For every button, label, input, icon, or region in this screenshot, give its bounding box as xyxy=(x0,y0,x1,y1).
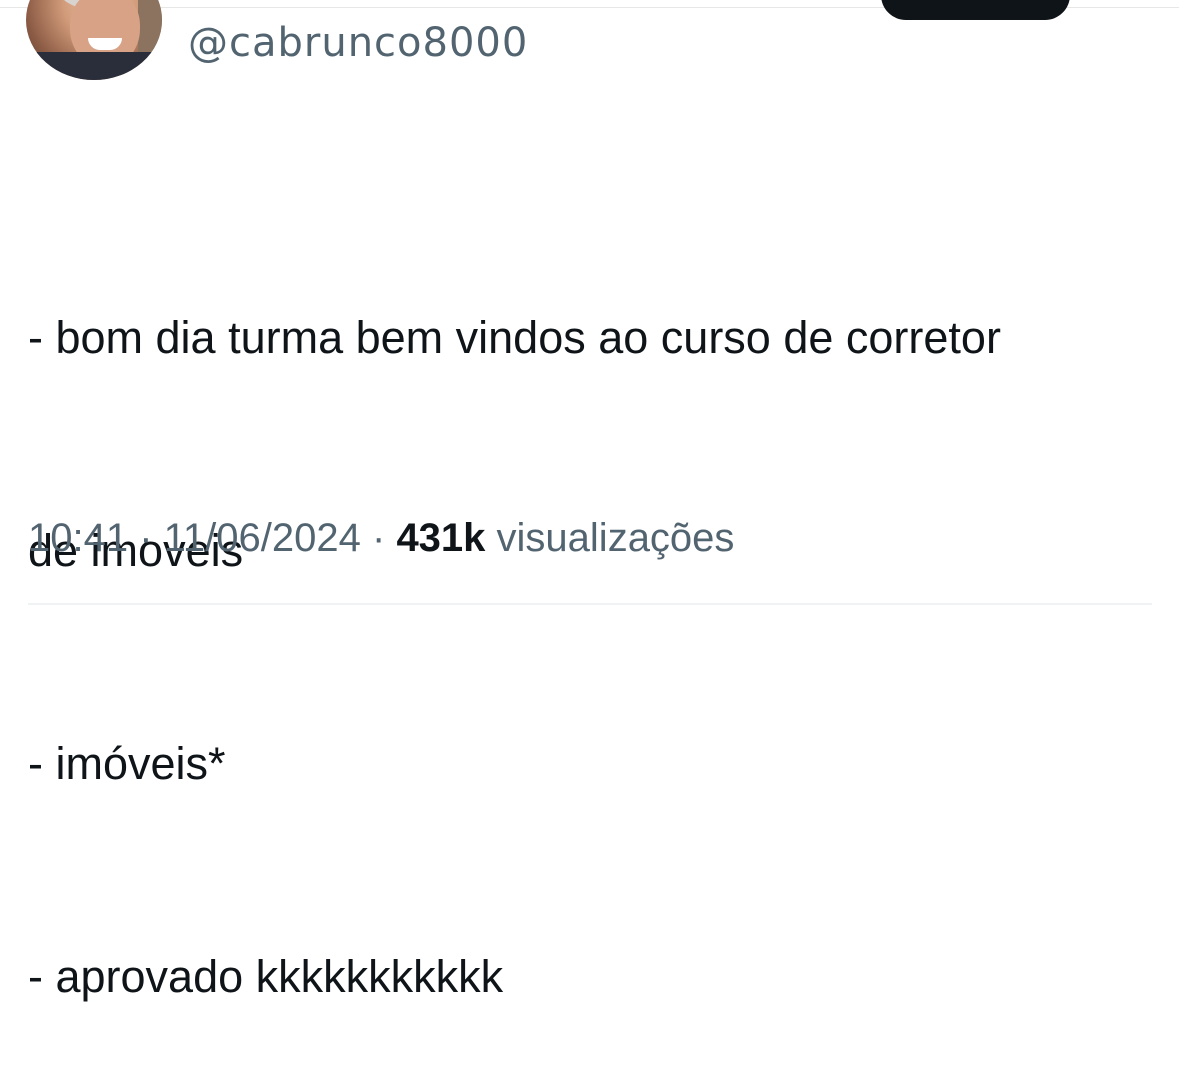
avatar[interactable] xyxy=(26,0,162,80)
user-handle[interactable]: @cabrunco8000 xyxy=(188,20,528,66)
tweet-line: - bom dia turma bem vindos ao curso de c… xyxy=(28,312,1001,363)
divider xyxy=(28,603,1152,605)
follow-button[interactable] xyxy=(881,0,1070,20)
tweet-text: - bom dia turma bem vindos ao curso de c… xyxy=(28,160,1158,1083)
tweet-line: - aprovado kkkkkkkkkkk xyxy=(28,951,504,1002)
views-label[interactable]: visualizações xyxy=(485,516,735,560)
tweet-date[interactable]: 11/06/2024 xyxy=(164,516,361,560)
tweet-time[interactable]: 10:41 xyxy=(28,516,128,560)
avatar-shirt xyxy=(26,52,162,80)
meta-separator: · xyxy=(360,516,397,560)
meta-separator: · xyxy=(128,516,164,560)
tweet-line: - imóveis* xyxy=(28,738,226,789)
views-count[interactable]: 431k xyxy=(396,516,485,560)
tweet-meta: 10:41 · 11/06/2024 · 431k visualizações xyxy=(28,516,734,561)
